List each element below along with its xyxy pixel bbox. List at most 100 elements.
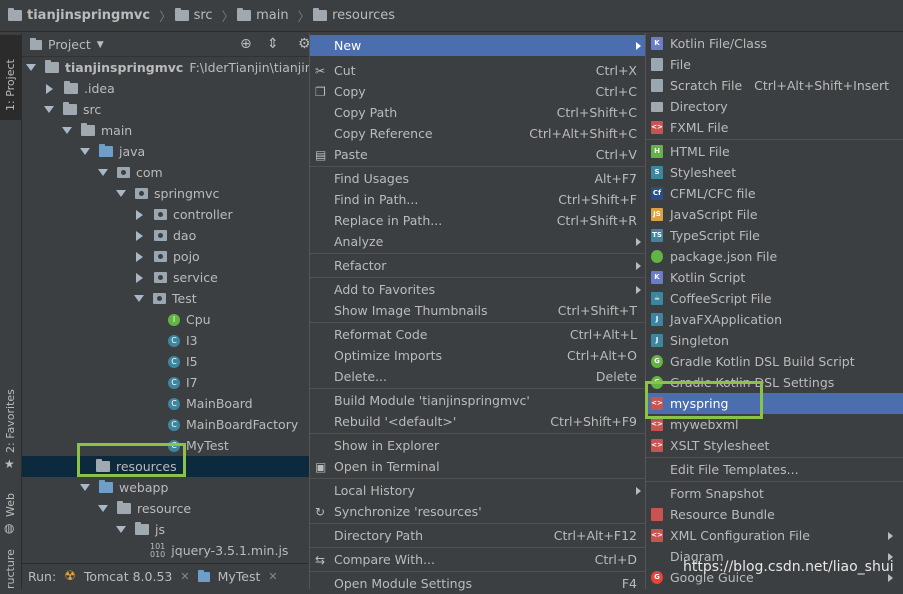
- menu-item-copy-path[interactable]: Copy Path Ctrl+Shift+C: [310, 102, 645, 123]
- java-file-icon: J: [651, 313, 663, 326]
- menu-item-find-usages[interactable]: Find Usages Alt+F7: [310, 168, 645, 189]
- folder-icon: [63, 102, 77, 115]
- tree-item-i3[interactable]: C I3: [168, 330, 198, 351]
- submenu-item-xml-config[interactable]: <> XML Configuration File: [646, 525, 903, 546]
- tree-item-springmvc[interactable]: springmvc: [116, 183, 219, 204]
- submenu-item-resource-bundle[interactable]: Resource Bundle: [646, 504, 903, 525]
- menu-separator: [310, 523, 645, 524]
- menu-item-replace-in-path[interactable]: Replace in Path... Ctrl+Shift+R: [310, 210, 645, 231]
- tree-item-test[interactable]: Test: [134, 288, 197, 309]
- breadcrumb-project[interactable]: tianjinspringmvc: [8, 8, 150, 23]
- package-icon: [154, 272, 167, 283]
- menu-item-open-module-settings[interactable]: Open Module Settings F4: [310, 573, 645, 594]
- menu-item-synchronize[interactable]: ↻ Synchronize 'resources': [310, 501, 645, 522]
- menu-item-refactor[interactable]: Refactor: [310, 255, 645, 276]
- tree-item-jquery[interactable]: 101 010 jquery-3.5.1.min.js: [150, 540, 288, 561]
- source-folder-icon: [99, 144, 113, 157]
- run-tab-mytest[interactable]: MyTest: [218, 569, 261, 584]
- menu-item-add-to-favorites[interactable]: Add to Favorites: [310, 279, 645, 300]
- target-icon[interactable]: ⊕: [240, 36, 252, 52]
- menu-item-rebuild[interactable]: Rebuild '<default>' Ctrl+Shift+F9: [310, 411, 645, 432]
- java-file-icon: J: [651, 334, 663, 347]
- submenu-item-directory[interactable]: Directory: [646, 96, 903, 117]
- submenu-item-edit-templates[interactable]: Edit File Templates...: [646, 459, 903, 480]
- submenu-item-packagejson[interactable]: package.json File: [646, 246, 903, 267]
- menu-item-optimize-imports[interactable]: Optimize Imports Ctrl+Alt+O: [310, 345, 645, 366]
- coffeescript-file-icon: ☕: [651, 292, 663, 305]
- menu-item-new[interactable]: New: [310, 35, 645, 56]
- menu-item-paste[interactable]: ▤ Paste Ctrl+V: [310, 144, 645, 165]
- menu-item-find-in-path[interactable]: Find in Path... Ctrl+Shift+F: [310, 189, 645, 210]
- tree-item-dao[interactable]: dao: [134, 225, 196, 246]
- submenu-item-javafx[interactable]: J JavaFXApplication: [646, 309, 903, 330]
- submenu-item-stylesheet[interactable]: S Stylesheet: [646, 162, 903, 183]
- submenu-item-form-snapshot[interactable]: Form Snapshot: [646, 483, 903, 504]
- tree-item-idea[interactable]: .idea: [44, 78, 115, 99]
- submenu-item-file[interactable]: File: [646, 54, 903, 75]
- breadcrumb-resources[interactable]: resources: [313, 8, 395, 23]
- menu-item-show-thumbnails[interactable]: Show Image Thumbnails Ctrl+Shift+T: [310, 300, 645, 321]
- menu-item-directory-path[interactable]: Directory Path Ctrl+Alt+F12: [310, 525, 645, 546]
- xslt-file-icon: <>: [651, 439, 663, 452]
- close-icon[interactable]: ✕: [268, 570, 277, 583]
- submenu-item-html[interactable]: H HTML File: [646, 141, 903, 162]
- submenu-item-kotlin-script[interactable]: K Kotlin Script: [646, 267, 903, 288]
- tree-item-pojo[interactable]: pojo: [134, 246, 200, 267]
- menu-item-compare-with[interactable]: ⇆ Compare With... Ctrl+D: [310, 549, 645, 570]
- menu-item-build-module[interactable]: Build Module 'tianjinspringmvc': [310, 390, 645, 411]
- menu-item-open-in-terminal[interactable]: ▣ Open in Terminal: [310, 456, 645, 477]
- menu-item-analyze[interactable]: Analyze: [310, 231, 645, 252]
- chevron-down-icon[interactable]: ▼: [97, 40, 104, 50]
- tree-item-i5[interactable]: C I5: [168, 351, 198, 372]
- submenu-item-coffeescript[interactable]: ☕ CoffeeScript File: [646, 288, 903, 309]
- breadcrumb-src[interactable]: src: [174, 8, 213, 23]
- tree-item-com[interactable]: com: [98, 162, 163, 183]
- collapse-icon[interactable]: ⇕: [267, 36, 279, 52]
- menu-item-local-history[interactable]: Local History: [310, 480, 645, 501]
- submenu-arrow-icon: [636, 261, 641, 270]
- submenu-item-xslt[interactable]: <> XSLT Stylesheet: [646, 435, 903, 456]
- favorites-tool-tab[interactable]: 2: Favorites: [4, 389, 17, 453]
- submenu-item-cfml[interactable]: Cf CFML/CFC file: [646, 183, 903, 204]
- run-bar: Run: ☢ Tomcat 8.0.53 ✕ MyTest ✕: [22, 563, 309, 589]
- menu-item-reformat-code[interactable]: Reformat Code Ctrl+Alt+L: [310, 324, 645, 345]
- menu-item-show-in-explorer[interactable]: Show in Explorer: [310, 435, 645, 456]
- tree-item-mainboard[interactable]: C MainBoard: [168, 393, 253, 414]
- fxml-file-icon: <>: [651, 121, 663, 134]
- tree-item-root[interactable]: tianjinspringmvcF:\IderTianjin\tianjinsp…: [26, 57, 309, 78]
- submenu-item-scratch-file[interactable]: Scratch File Ctrl+Alt+Shift+Insert: [646, 75, 903, 96]
- folder-icon: [64, 81, 78, 94]
- tree-item-cpu[interactable]: I Cpu: [168, 309, 211, 330]
- tree-item-resource[interactable]: resource: [98, 498, 191, 519]
- kotlin-file-icon: K: [651, 37, 663, 50]
- submenu-item-typescript[interactable]: TS TypeScript File: [646, 225, 903, 246]
- run-tab-tomcat[interactable]: Tomcat 8.0.53: [84, 569, 173, 584]
- tree-item-src[interactable]: src: [44, 99, 101, 120]
- tree-item-webapp[interactable]: webapp: [80, 477, 168, 498]
- menu-item-copy[interactable]: ❐ Copy Ctrl+C: [310, 81, 645, 102]
- close-icon[interactable]: ✕: [180, 570, 189, 583]
- project-tool-tab[interactable]: 1: Project: [4, 59, 17, 111]
- submenu-item-kotlin-file[interactable]: K Kotlin File/Class: [646, 33, 903, 54]
- menu-item-delete[interactable]: Delete... Delete: [310, 366, 645, 387]
- menu-item-copy-reference[interactable]: Copy Reference Ctrl+Alt+Shift+C: [310, 123, 645, 144]
- tree-item-java[interactable]: java: [80, 141, 145, 162]
- submenu-item-fxml[interactable]: <> FXML File: [646, 117, 903, 138]
- tree-item-mainboardfactory[interactable]: C MainBoardFactory: [168, 414, 298, 435]
- project-view-selector[interactable]: Project: [48, 37, 91, 52]
- tree-item-main[interactable]: main: [62, 120, 132, 141]
- tree-item-js[interactable]: js: [116, 519, 165, 540]
- star-icon: ★: [4, 457, 15, 471]
- breadcrumb-main[interactable]: main: [237, 8, 289, 23]
- submenu-item-singleton[interactable]: J Singleton: [646, 330, 903, 351]
- globe-icon: ◍: [4, 521, 15, 535]
- tree-item-controller[interactable]: controller: [134, 204, 233, 225]
- cfml-file-icon: Cf: [651, 187, 663, 200]
- tree-item-i7[interactable]: C I7: [168, 372, 198, 393]
- submenu-item-gradle-build[interactable]: G Gradle Kotlin DSL Build Script: [646, 351, 903, 372]
- menu-item-cut[interactable]: ✂ Cut Ctrl+X: [310, 60, 645, 81]
- tree-item-service[interactable]: service: [134, 267, 218, 288]
- web-tool-tab[interactable]: Web: [4, 493, 17, 517]
- submenu-item-javascript[interactable]: JS JavaScript File: [646, 204, 903, 225]
- structure-tool-tab[interactable]: ructure: [4, 549, 17, 589]
